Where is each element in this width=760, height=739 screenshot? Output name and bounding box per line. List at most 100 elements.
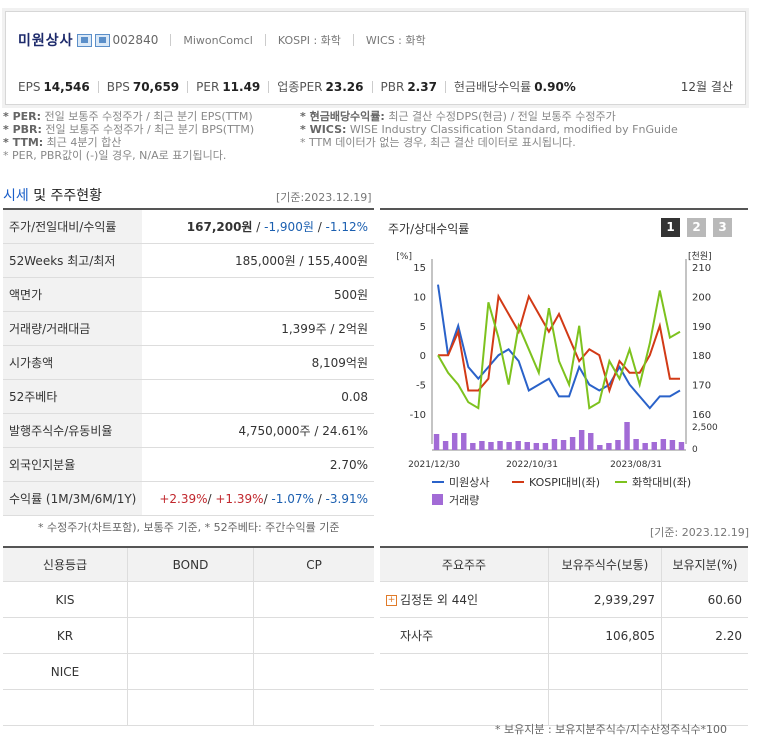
volume-bar — [488, 442, 494, 450]
volume-bar — [669, 440, 676, 450]
price-info-table: 주가/전일대비/수익률 167,200원 / -1,900원 / -1.12% … — [3, 208, 374, 516]
return-values: +2.39%/ +1.39%/ -1.07% / -3.91% — [142, 481, 374, 516]
volume-bar — [542, 443, 549, 450]
shareholder-name: 자사주 — [380, 617, 549, 654]
table-row: 주가/전일대비/수익률 167,200원 / -1,900원 / -1.12% — [3, 209, 374, 244]
note-ttm: * TTM: 최근 4분기 합산 — [3, 136, 122, 149]
company-info-icon[interactable] — [94, 33, 110, 47]
shareholder-table: 주요주주 보유주식수(보통) 보유지분(%) + 김정돈 외 44인 2,939,… — [380, 546, 748, 726]
company-identity-row: 미원상사 002840 MiwonComcl KOSPI : 화학 WICS :… — [18, 30, 426, 50]
note-per: * PER: 전일 보통주 수정주가 / 최근 분기 EPS(TTM) — [3, 110, 253, 123]
left-tick-label: -5 — [416, 381, 426, 392]
legend-label: 거래량 — [449, 494, 479, 507]
left-tick-label: 0 — [420, 351, 426, 362]
volume-tick-label: 2,500 — [692, 423, 718, 433]
table-row: KIS — [3, 581, 374, 618]
x-tick-label: 2022/10/31 — [506, 460, 558, 470]
left-tick-label: 10 — [413, 292, 426, 303]
homepage-icon[interactable] — [76, 33, 92, 47]
table-row: + 김정돈 외 44인 2,939,297 60.60 — [380, 581, 748, 618]
volume-bar — [524, 442, 530, 450]
volume-bar — [660, 439, 667, 450]
metric-bps: BPS 70,659 — [106, 79, 180, 94]
volume-tick-label: 0 — [692, 445, 698, 455]
right-axis-unit: [천원] — [688, 251, 712, 262]
volume-bar — [442, 441, 449, 450]
series-line-2 — [438, 293, 680, 394]
table-row: 거래량/거래대금 1,399주 / 2억원 — [3, 311, 374, 346]
note-dividend: * 현금배당수익률: 최근 결산 수정DPS(현금) / 전일 보통주 수정주가 — [300, 110, 616, 123]
volume-bar — [451, 433, 458, 450]
table-row — [3, 689, 374, 726]
volume-bar — [470, 443, 476, 450]
table-row — [380, 653, 748, 690]
credit-rating-table: 신용등급 BOND CP KIS KR NICE — [3, 546, 374, 726]
table-row: KR — [3, 617, 374, 654]
current-price-value: 167,200원 / -1,900원 / -1.12% — [142, 209, 374, 244]
x-tick-label: 2023/08/31 — [610, 460, 662, 470]
divider — [264, 34, 266, 46]
x-tick-label: 2021/12/30 — [408, 460, 460, 470]
left-tick-label: 15 — [413, 263, 426, 274]
left-axis-unit: [%] — [396, 252, 412, 262]
right-tick-label: 180 — [692, 351, 711, 362]
metric-dividend-yield: 현금배당수익률 0.90% — [453, 80, 576, 94]
shareholder-footnote: * 보유지분 : 보유지분주식수/지수산정주식수*100 — [495, 723, 728, 736]
table-row: 외국인지분율 2.70% — [3, 447, 374, 482]
divider — [444, 80, 446, 93]
divider — [170, 34, 172, 46]
table-row: 액면가 500원 — [3, 277, 374, 312]
fiscal-period: 12월 결산 — [680, 80, 733, 94]
shareholder-date: [기준: 2023.12.19] — [650, 526, 750, 539]
company-summary-header: 미원상사 002840 MiwonComcl KOSPI : 화학 WICS :… — [5, 11, 746, 105]
section-title: 시세 및 주주현황 — [3, 188, 103, 204]
right-tick-label: 190 — [692, 322, 711, 333]
note-wics: * WICS: WISE Industry Classification Sta… — [300, 123, 678, 136]
table-row: 52주베타 0.08 — [3, 379, 374, 414]
stock-code: 002840 — [112, 33, 159, 47]
volume-bar — [633, 439, 639, 450]
right-tick-label: 200 — [692, 292, 711, 303]
volume-bar — [497, 441, 503, 450]
market-sector: KOSPI : 화학 — [277, 34, 341, 47]
right-tick-label: 170 — [692, 381, 711, 392]
table-row: 발행주식수/유동비율 4,750,000주 / 24.61% — [3, 413, 374, 448]
left-tick-label: 5 — [420, 322, 426, 333]
volume-bar — [578, 430, 585, 450]
metric-sector-per: 업종PER 23.26 — [277, 80, 364, 94]
volume-bar — [678, 442, 685, 450]
chart-panel: 주가/상대수익률 1 2 3 [%] [천원] 15 210 10 200 5 190 0 180… — [380, 208, 748, 514]
volume-bar — [642, 443, 648, 450]
divider — [97, 80, 99, 93]
shareholder-name[interactable]: + 김정돈 외 44인 — [380, 581, 549, 618]
table-header-row: 신용등급 BOND CP — [3, 547, 374, 582]
divider — [371, 80, 373, 93]
legend-label: 미원상사 — [449, 476, 489, 489]
expand-icon[interactable]: + — [386, 595, 397, 606]
company-name: 미원상사 — [18, 33, 74, 49]
volume-bar — [651, 442, 657, 450]
legend-swatch — [432, 494, 443, 505]
section-date: [기준:2023.12.19] — [276, 191, 372, 204]
volume-bar — [624, 422, 630, 450]
volume-bar — [551, 439, 558, 450]
volume-bar — [615, 440, 621, 450]
table-row: 52Weeks 최고/최저 185,000원 / 155,400원 — [3, 243, 374, 278]
metric-pbr: PBR 2.37 — [380, 79, 437, 94]
left-tick-label: -10 — [410, 410, 426, 421]
volume-bar — [479, 441, 485, 450]
volume-bar — [588, 433, 594, 450]
table-row: 자사주 106,805 2.20 — [380, 617, 748, 654]
price-return-chart: [%] [천원] 15 210 10 200 5 190 0 180 -5 170 -10 160 2,50… — [396, 251, 718, 507]
key-metrics-row: EPS 14,546 BPS 70,659 PER 11.49 업종PER 23.26 … — [18, 78, 733, 95]
english-name: MiwonComcl — [183, 33, 253, 47]
volume-bar — [506, 442, 512, 450]
volume-bar — [560, 440, 567, 450]
right-tick-label: 160 — [692, 410, 711, 421]
note-negative: * PER, PBR값이 (-)일 경우, N/A로 표기됩니다. — [3, 149, 227, 162]
volume-bar — [569, 437, 576, 450]
table-row: 시가총액 8,109억원 — [3, 345, 374, 380]
note-pbr: * PBR: 전일 보통주 수정주가 / 최근 분기 BPS(TTM) — [3, 123, 255, 136]
divider — [268, 80, 270, 93]
right-tick-label: 210 — [692, 263, 711, 274]
